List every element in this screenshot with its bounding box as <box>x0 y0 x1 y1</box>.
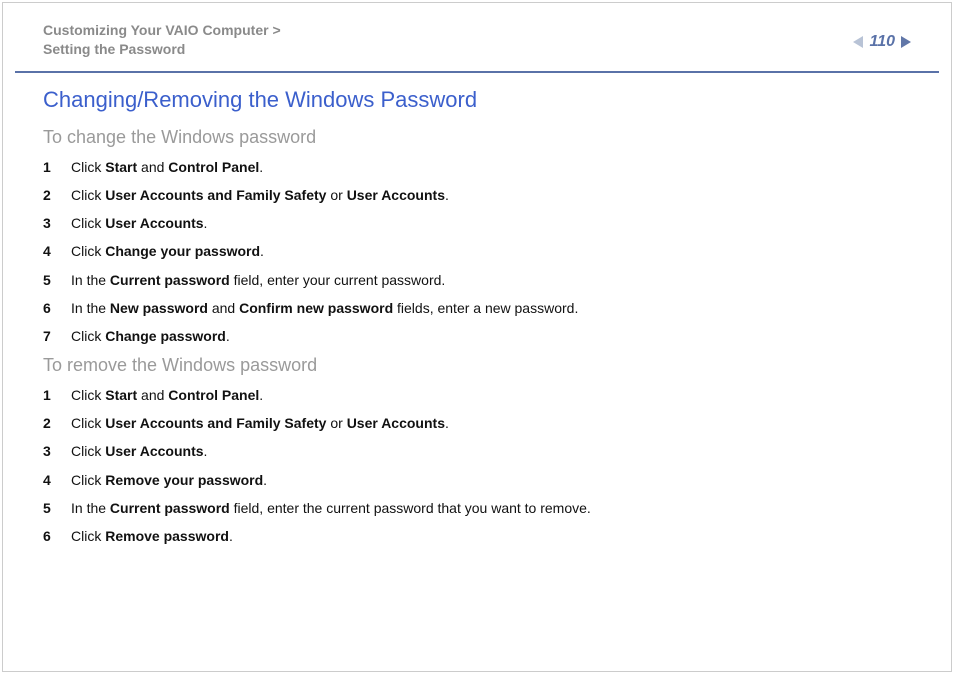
step-number: 7 <box>43 327 71 345</box>
step-item: 2Click User Accounts and Family Safety o… <box>43 414 911 432</box>
step-text: Click Change password. <box>71 327 230 345</box>
step-text: Click Change your password. <box>71 242 264 260</box>
step-number: 2 <box>43 186 71 204</box>
page-header: Customizing Your VAIO Computer > Setting… <box>3 3 951 71</box>
step-number: 5 <box>43 499 71 517</box>
step-item: 6Click Remove password. <box>43 527 911 545</box>
step-text: In the New password and Confirm new pass… <box>71 299 578 317</box>
page-number-nav: 110 <box>853 33 911 51</box>
step-number: 4 <box>43 242 71 260</box>
step-item: 6In the New password and Confirm new pas… <box>43 299 911 317</box>
step-number: 4 <box>43 471 71 489</box>
step-text: Click Remove your password. <box>71 471 267 489</box>
step-number: 1 <box>43 158 71 176</box>
step-item: 5In the Current password field, enter th… <box>43 499 911 517</box>
section-change-subtitle: To change the Windows password <box>43 127 911 148</box>
step-number: 1 <box>43 386 71 404</box>
step-item: 4Click Remove your password. <box>43 471 911 489</box>
section-remove-subtitle: To remove the Windows password <box>43 355 911 376</box>
step-text: Click Start and Control Panel. <box>71 158 263 176</box>
step-text: Click User Accounts. <box>71 442 207 460</box>
page-title: Changing/Removing the Windows Password <box>43 87 911 113</box>
step-item: 3Click User Accounts. <box>43 442 911 460</box>
breadcrumb-line-1: Customizing Your VAIO Computer > <box>43 21 281 40</box>
breadcrumb: Customizing Your VAIO Computer > Setting… <box>43 21 281 59</box>
step-text: In the Current password field, enter the… <box>71 499 591 517</box>
step-number: 3 <box>43 214 71 232</box>
step-number: 5 <box>43 271 71 289</box>
prev-page-icon[interactable] <box>853 36 863 48</box>
step-text: Click Remove password. <box>71 527 233 545</box>
step-item: 1Click Start and Control Panel. <box>43 386 911 404</box>
step-item: 4Click Change your password. <box>43 242 911 260</box>
step-text: Click Start and Control Panel. <box>71 386 263 404</box>
step-text: Click User Accounts and Family Safety or… <box>71 186 449 204</box>
step-number: 3 <box>43 442 71 460</box>
step-item: 5In the Current password field, enter yo… <box>43 271 911 289</box>
document-page: Customizing Your VAIO Computer > Setting… <box>2 2 952 672</box>
remove-steps-list: 1Click Start and Control Panel.2Click Us… <box>43 386 911 545</box>
page-number: 110 <box>869 33 895 51</box>
step-number: 6 <box>43 527 71 545</box>
step-text: In the Current password field, enter you… <box>71 271 445 289</box>
step-item: 3Click User Accounts. <box>43 214 911 232</box>
page-content: Changing/Removing the Windows Password T… <box>3 73 951 545</box>
step-item: 7Click Change password. <box>43 327 911 345</box>
step-text: Click User Accounts. <box>71 214 207 232</box>
change-steps-list: 1Click Start and Control Panel.2Click Us… <box>43 158 911 345</box>
breadcrumb-line-2: Setting the Password <box>43 40 281 59</box>
step-number: 2 <box>43 414 71 432</box>
step-number: 6 <box>43 299 71 317</box>
step-item: 2Click User Accounts and Family Safety o… <box>43 186 911 204</box>
step-item: 1Click Start and Control Panel. <box>43 158 911 176</box>
step-text: Click User Accounts and Family Safety or… <box>71 414 449 432</box>
next-page-icon[interactable] <box>901 36 911 48</box>
